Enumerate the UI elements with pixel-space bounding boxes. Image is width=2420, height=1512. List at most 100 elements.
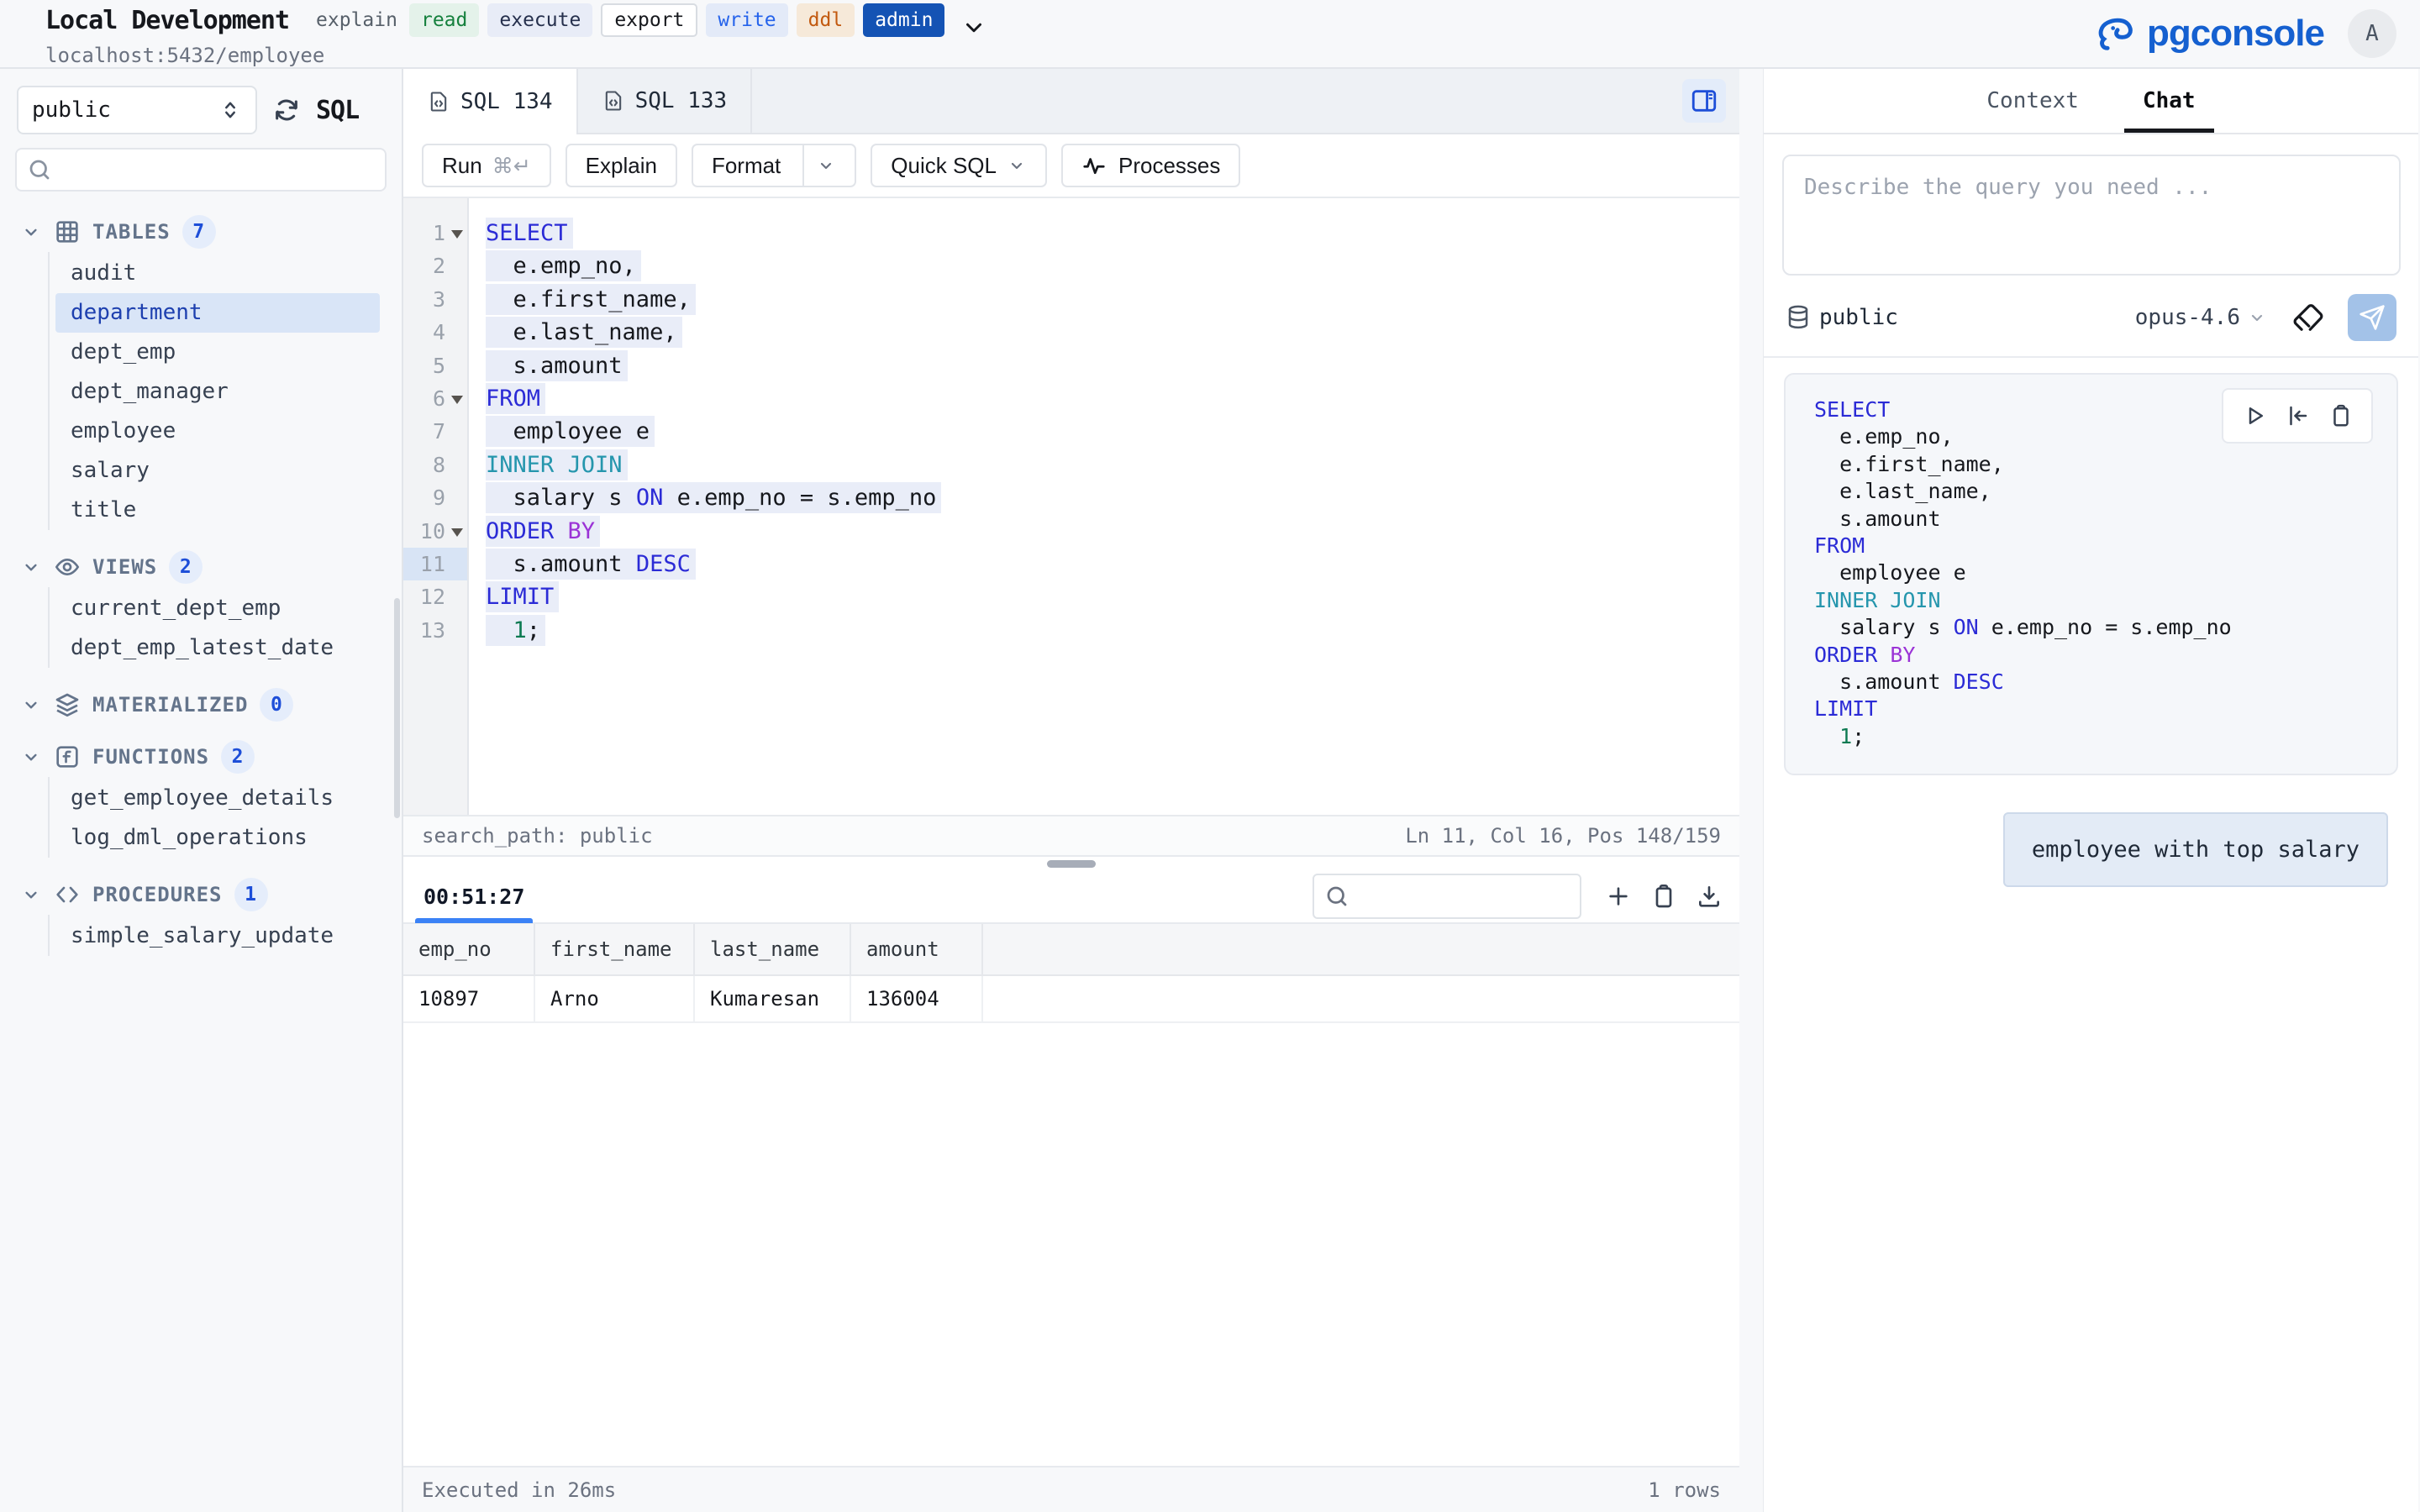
select-updown-icon: [218, 98, 242, 122]
format-button[interactable]: Format: [692, 144, 856, 187]
sidebar-item-current_dept_emp[interactable]: current_dept_emp: [55, 589, 380, 628]
context-schema-chip[interactable]: public: [1786, 303, 1898, 332]
clear-chat-icon[interactable]: [2292, 302, 2324, 333]
connection-chevron-icon[interactable]: [961, 15, 986, 40]
sidebar-item-dept_emp[interactable]: dept_emp: [55, 333, 380, 372]
results-search-input[interactable]: [1356, 885, 1613, 908]
refresh-icon[interactable]: [272, 96, 301, 124]
sidebar-section-procedures: PROCEDURES1simple_salary_update: [0, 874, 402, 961]
column-header-amount[interactable]: amount: [851, 924, 983, 974]
editor-statusbar: search_path: public Ln 11, Col 16, Pos 1…: [403, 815, 1739, 857]
sql-editor[interactable]: 12345678910111213 SELECT e.emp_no, e.fir…: [403, 198, 1739, 815]
sidebar-section-header-functions[interactable]: FUNCTIONS2: [0, 737, 402, 777]
sidebar-item-simple_salary_update[interactable]: simple_salary_update: [55, 916, 380, 956]
line-number-10[interactable]: 10: [403, 515, 467, 548]
download-results-icon[interactable]: [1696, 883, 1723, 910]
assistant-sql-line-3: e.first_name,: [1814, 451, 2396, 478]
sidebar-item-audit[interactable]: audit: [55, 254, 380, 293]
row-count: 1 rows: [1648, 1478, 1721, 1502]
fold-marker-icon[interactable]: [451, 396, 463, 404]
model-select[interactable]: opus-4.6: [2135, 305, 2267, 330]
permission-badge-admin: admin: [863, 3, 944, 37]
line-number-12[interactable]: 12: [403, 580, 467, 613]
run-button[interactable]: Run ⌘↵: [422, 144, 551, 187]
chevron-down-icon: [20, 884, 42, 906]
fold-marker-icon[interactable]: [451, 230, 463, 239]
sidebar-search[interactable]: [15, 148, 387, 192]
line-number-8[interactable]: 8: [403, 449, 467, 481]
line-number-3[interactable]: 3: [403, 283, 467, 316]
line-number-11[interactable]: 11: [403, 548, 467, 580]
send-button[interactable]: [2348, 294, 2396, 341]
line-number-2[interactable]: 2: [403, 249, 467, 282]
copy-sql-icon[interactable]: [2328, 403, 2354, 428]
results-search[interactable]: [1313, 874, 1581, 919]
column-header-filler: [983, 924, 1739, 974]
tab-sql-134[interactable]: SQL 134: [403, 69, 578, 134]
quick-sql-button[interactable]: Quick SQL: [871, 144, 1047, 187]
splitter-handle[interactable]: [1047, 860, 1096, 868]
insert-into-editor-icon[interactable]: [2285, 403, 2310, 428]
elephant-logo-icon: [2095, 12, 2139, 55]
column-header-first_name[interactable]: first_name: [535, 924, 695, 974]
tab-chat[interactable]: Chat: [2136, 69, 2202, 133]
table-row[interactable]: 10897ArnoKumaresan136004: [403, 976, 1739, 1023]
toggle-side-panel-button[interactable]: [1682, 79, 1726, 123]
sidebar-item-salary[interactable]: salary: [55, 451, 380, 491]
avatar[interactable]: A: [2348, 9, 2396, 58]
line-number-13[interactable]: 13: [403, 614, 467, 647]
line-number-4[interactable]: 4: [403, 316, 467, 349]
section-items: get_employee_detailslog_dml_operations: [0, 777, 402, 863]
function-icon: [54, 743, 81, 770]
sidebar-search-input[interactable]: [60, 158, 375, 181]
line-number-6[interactable]: 6: [403, 382, 467, 415]
schema-select[interactable]: public: [17, 86, 257, 134]
permission-badges: explainreadexecuteexportwriteddladmin: [313, 3, 944, 37]
sidebar-item-dept_manager[interactable]: dept_manager: [55, 372, 380, 412]
result-tab-timer[interactable]: 00:51:27: [420, 869, 528, 923]
sidebar-item-employee[interactable]: employee: [55, 412, 380, 451]
processes-button[interactable]: Processes: [1061, 144, 1240, 187]
results-rows: 10897ArnoKumaresan136004: [403, 976, 1739, 1023]
assistant-sql-line-13: 1;: [1814, 723, 2396, 750]
sidebar-item-get_employee_details[interactable]: get_employee_details: [55, 779, 380, 818]
sql-mode-label[interactable]: SQL: [316, 96, 359, 125]
editor-line-2: e.emp_no,: [486, 249, 1739, 282]
sidebar-section-header-materialized[interactable]: MATERIALIZED0: [0, 685, 402, 725]
editor-line-5: s.amount: [486, 349, 1739, 382]
app-header: Local Development explainreadexecuteexpo…: [0, 0, 2420, 69]
sidebar-item-title[interactable]: title: [55, 491, 380, 530]
add-result-tab-icon[interactable]: [1605, 883, 1632, 910]
sidebar-item-department[interactable]: department: [55, 293, 380, 333]
explain-button[interactable]: Explain: [566, 144, 677, 187]
sidebar-section-header-tables[interactable]: TABLES7: [0, 212, 402, 252]
code-brackets-icon: [54, 881, 81, 908]
column-header-emp_no[interactable]: emp_no: [403, 924, 535, 974]
layers-icon: [54, 691, 81, 718]
table-grid-icon: [54, 218, 81, 245]
connection-title: Local Development: [45, 6, 289, 35]
chat-input[interactable]: [1782, 155, 2401, 276]
tab-context[interactable]: Context: [1980, 69, 2086, 133]
copy-results-icon[interactable]: [1650, 883, 1677, 910]
assistant-sql-line-10: ORDER BY: [1814, 642, 2396, 669]
sidebar-section-materialized: MATERIALIZED0: [0, 685, 402, 725]
line-number-5[interactable]: 5: [403, 349, 467, 382]
results-header-row: emp_nofirst_namelast_nameamount: [403, 924, 1739, 976]
line-number-7[interactable]: 7: [403, 415, 467, 448]
sidebar-scrollbar[interactable]: [394, 598, 400, 818]
sidebar-item-dept_emp_latest_date[interactable]: dept_emp_latest_date: [55, 628, 380, 668]
assistant-sql-line-5: s.amount: [1814, 506, 2396, 533]
fold-marker-icon[interactable]: [451, 528, 463, 537]
line-number-9[interactable]: 9: [403, 481, 467, 514]
run-label: Run: [442, 153, 482, 179]
tab-sql-133[interactable]: SQL 133: [578, 69, 753, 133]
chevron-down-icon[interactable]: [816, 155, 836, 176]
column-header-last_name[interactable]: last_name: [695, 924, 851, 974]
sidebar-section-header-views[interactable]: VIEWS2: [0, 547, 402, 587]
sidebar-item-log_dml_operations[interactable]: log_dml_operations: [55, 818, 380, 858]
sidebar-section-header-procedures[interactable]: PROCEDURES1: [0, 874, 402, 915]
run-sql-icon[interactable]: [2242, 403, 2267, 428]
editor-code[interactable]: SELECT e.emp_no, e.first_name, e.last_na…: [469, 198, 1739, 815]
line-number-1[interactable]: 1: [403, 217, 467, 249]
